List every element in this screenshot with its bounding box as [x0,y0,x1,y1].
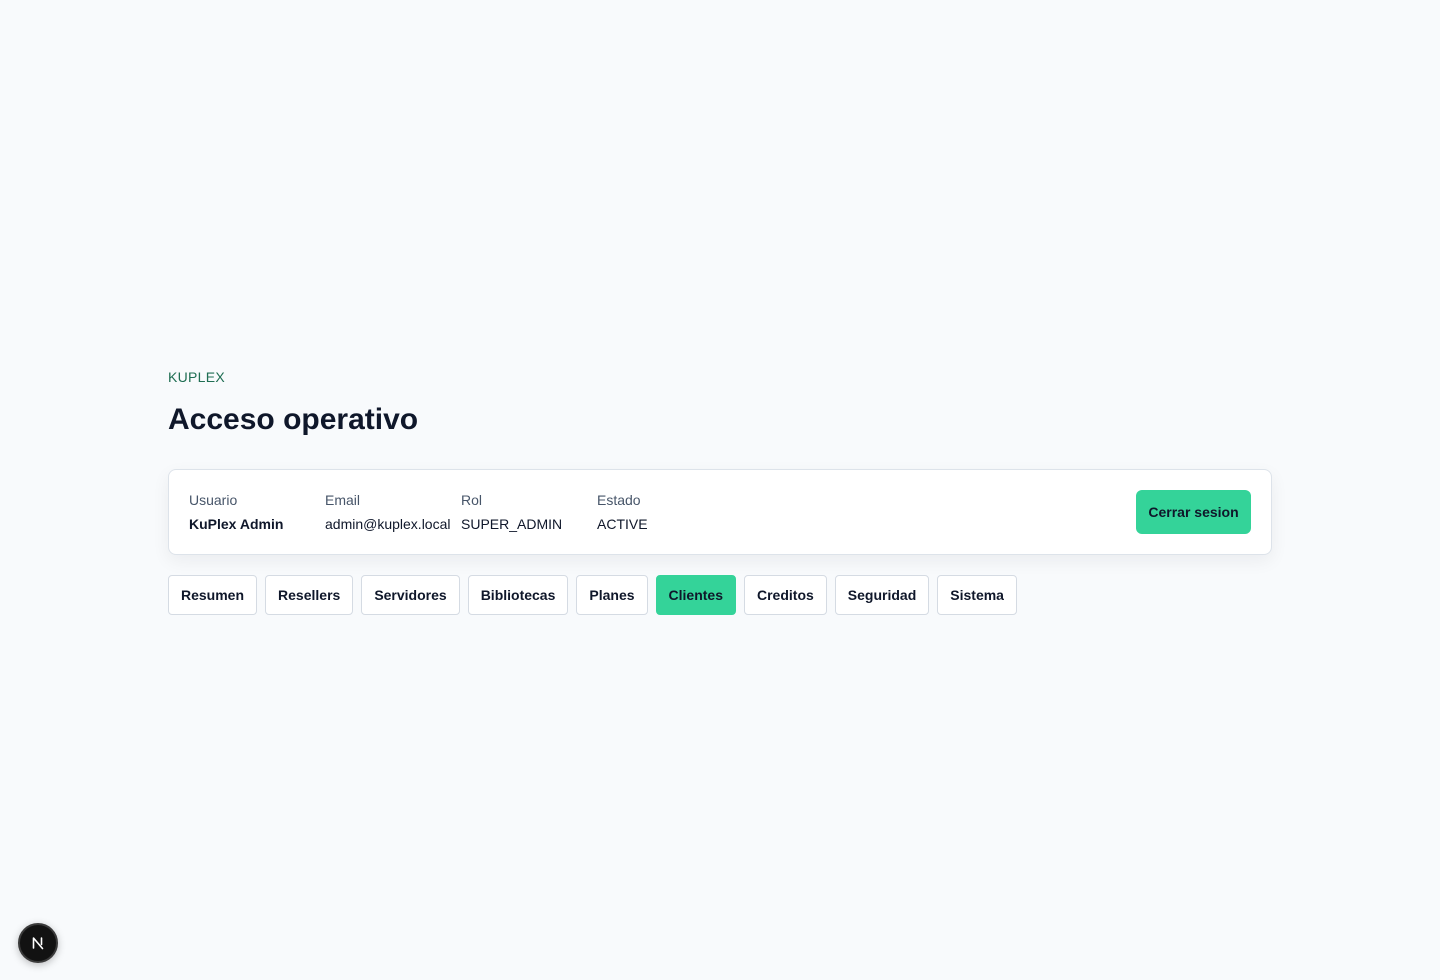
tab-resellers[interactable]: Resellers [265,575,354,615]
user-fields: Usuario KuPlex Admin Email admin@kuplex.… [189,491,733,533]
field-label: Usuario [189,492,238,508]
logout-button[interactable]: Cerrar sesion [1136,490,1251,534]
tab-sistema[interactable]: Sistema [937,575,1017,615]
field-value: admin@kuplex.local [325,516,451,532]
section-tabs: Resumen Resellers Servidores Bibliotecas… [168,575,1272,615]
field-label: Email [325,492,361,508]
field-email: Email admin@kuplex.local [325,491,461,533]
field-estado: Estado ACTIVE [597,491,733,533]
user-info-card: Usuario KuPlex Admin Email admin@kuplex.… [168,469,1272,555]
main-container: KUPLEX Acceso operativo Usuario KuPlex A… [168,368,1272,615]
field-value: KuPlex Admin [189,516,284,532]
field-usuario: Usuario KuPlex Admin [189,491,325,533]
tab-planes[interactable]: Planes [576,575,648,615]
field-value: ACTIVE [597,516,648,532]
brand-eyebrow: KUPLEX [168,369,226,385]
tab-bibliotecas[interactable]: Bibliotecas [467,575,569,615]
field-value: SUPER_ADMIN [461,516,563,532]
field-rol: Rol SUPER_ADMIN [461,491,597,533]
field-label: Rol [461,492,483,508]
nextjs-n-icon [32,937,44,950]
page-title: Acceso operativo [168,403,419,436]
nextjs-dev-badge[interactable] [18,923,58,963]
tab-clientes[interactable]: Clientes [655,575,736,615]
tab-servidores[interactable]: Servidores [361,575,460,615]
tab-seguridad[interactable]: Seguridad [834,575,930,615]
page: KUPLEX Acceso operativo Usuario KuPlex A… [0,0,1440,980]
field-label: Estado [597,492,641,508]
tab-creditos[interactable]: Creditos [744,575,827,615]
tab-resumen[interactable]: Resumen [168,575,258,615]
